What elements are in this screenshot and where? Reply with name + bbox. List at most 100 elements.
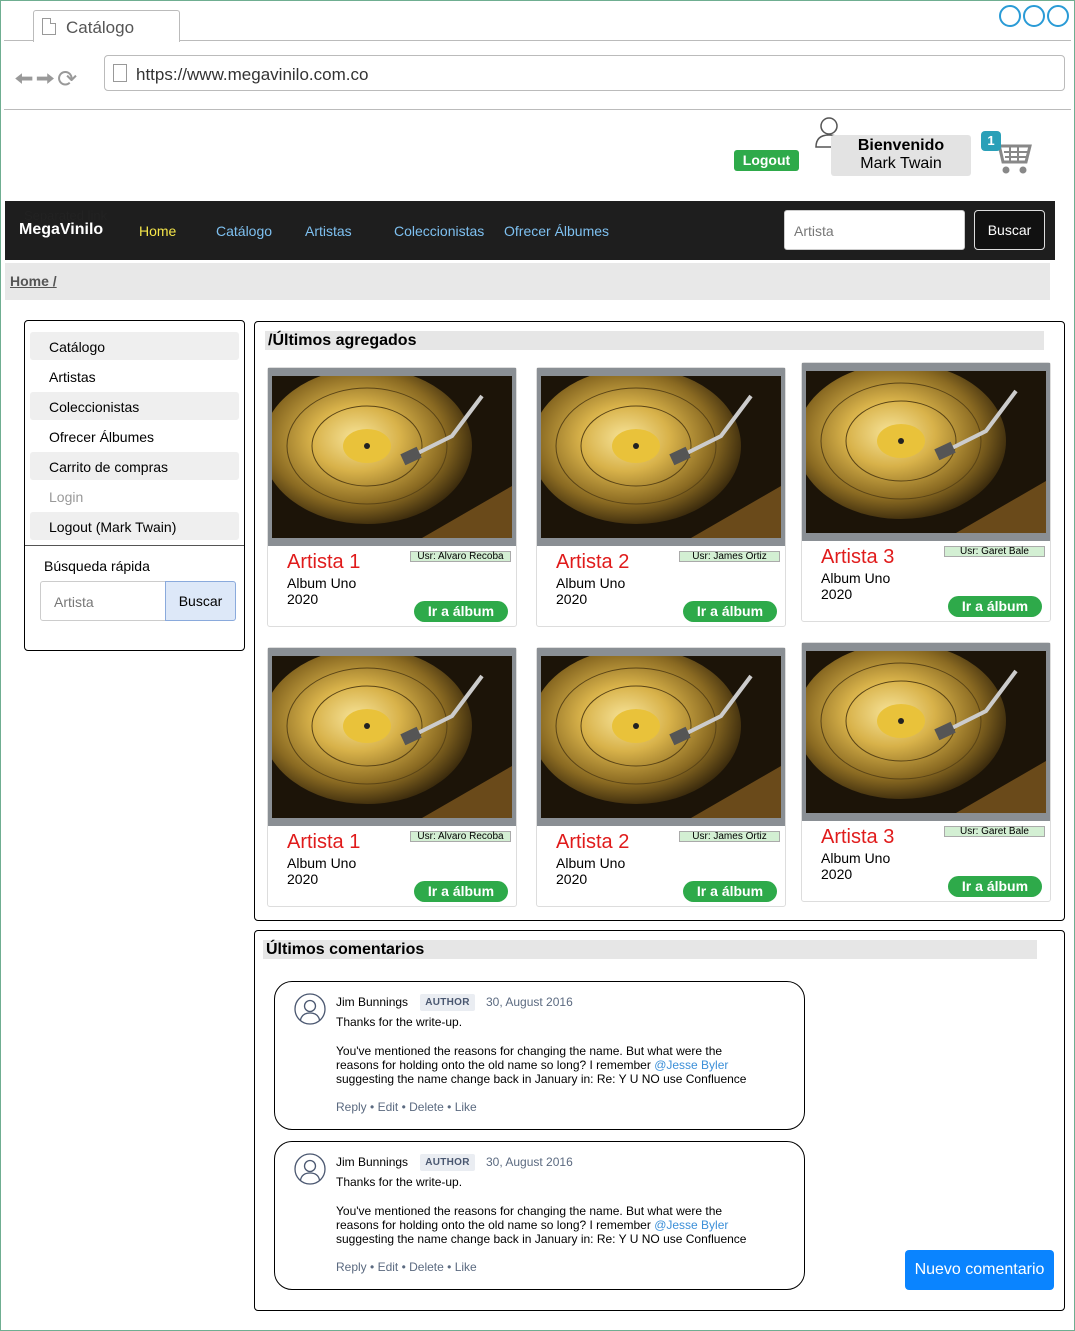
turntable-image <box>272 376 512 538</box>
comment-action-like[interactable]: Like <box>455 1260 477 1274</box>
comment-action-edit[interactable]: Edit <box>378 1100 399 1114</box>
user-name: Mark Twain <box>860 155 942 172</box>
album-image-frame[interactable] <box>268 368 516 546</box>
quick-search-button[interactable]: Buscar <box>165 581 236 621</box>
comment-mention[interactable]: @Jesse Byler <box>654 1058 728 1072</box>
sidebar-item-logout[interactable]: Logout (Mark Twain) <box>30 512 239 540</box>
cart-count-badge: 1 <box>981 131 1001 151</box>
sidebar: Catálogo Artistas Coleccionistas Ofrecer… <box>24 320 245 651</box>
album-year: 2020 <box>287 871 319 887</box>
album-card: Artista 2 Usr: James Ortiz Album Uno 202… <box>536 647 786 907</box>
go-to-album-button[interactable]: Ir a álbum <box>414 881 508 902</box>
album-artist[interactable]: Artista 1 <box>287 831 360 854</box>
turntable-image <box>272 656 512 818</box>
comment-mention[interactable]: @Jesse Byler <box>654 1218 728 1232</box>
quick-search-input[interactable]: Artista <box>40 581 166 621</box>
breadcrumb: Home / <box>5 263 1050 300</box>
browser-nav-icons: 🠨🠪⟳ <box>14 62 79 103</box>
album-title: Album Uno <box>556 855 626 871</box>
nav-ofrecer-albumes[interactable]: Ofrecer Álbumes <box>504 223 609 239</box>
back-arrow-icon[interactable]: 🠨 <box>14 66 36 93</box>
album-user-tag: Usr: Alvaro Recoba <box>410 551 511 562</box>
album-year: 2020 <box>556 871 588 887</box>
album-title: Album Uno <box>821 570 891 586</box>
latest-albums-title: /Últimos agregados <box>265 331 1044 350</box>
album-card: Artista 3 Usr: Garet Bale Album Uno 2020… <box>801 362 1051 622</box>
go-to-album-button[interactable]: Ir a álbum <box>414 601 508 622</box>
sidebar-item-ofrecer-albumes[interactable]: Ofrecer Álbumes <box>30 422 239 450</box>
nav-artistas[interactable]: Artistas <box>305 223 352 239</box>
album-artist[interactable]: Artista 2 <box>556 831 629 854</box>
turntable-image <box>541 376 781 538</box>
album-artist[interactable]: Artista 3 <box>821 826 894 849</box>
url-text: https://www.megavinilo.com.co <box>136 65 369 84</box>
album-artist[interactable]: Artista 2 <box>556 551 629 574</box>
nav-home[interactable]: Home <box>139 223 176 239</box>
breadcrumb-home-link[interactable]: Home / <box>10 273 57 289</box>
window-minimize-button[interactable] <box>999 5 1021 27</box>
nav-search-button[interactable]: Buscar <box>974 210 1045 250</box>
album-user-tag: Usr: James Ortiz <box>679 831 780 842</box>
album-card: Artista 2 Usr: James Ortiz Album Uno 202… <box>536 367 786 627</box>
forward-arrow-icon[interactable]: 🠪 <box>36 66 58 93</box>
comment-action-edit[interactable]: Edit <box>378 1260 399 1274</box>
album-image-frame[interactable] <box>802 363 1050 541</box>
album-artist[interactable]: Artista 3 <box>821 546 894 569</box>
go-to-album-button[interactable]: Ir a álbum <box>683 601 777 622</box>
comment-body: You've mentioned the reasons for changin… <box>336 1044 766 1086</box>
album-user-tag: Usr: Garet Bale <box>944 546 1045 557</box>
logout-button[interactable]: Logout <box>734 150 799 171</box>
nav-search-input[interactable]: Artista <box>784 210 965 250</box>
comment-actions: Reply • Edit • Delete • Like <box>336 1260 477 1274</box>
avatar-icon <box>294 993 326 1025</box>
brand-logo[interactable]: MegaVinilo <box>19 221 103 239</box>
album-artist[interactable]: Artista 1 <box>287 551 360 574</box>
album-title: Album Uno <box>556 575 626 591</box>
page-icon <box>42 18 56 35</box>
welcome-text: Bienvenido <box>857 137 945 154</box>
sidebar-item-coleccionistas[interactable]: Coleccionistas <box>30 392 239 420</box>
comment-action-reply[interactable]: Reply <box>336 1260 367 1274</box>
turntable-image <box>806 371 1046 533</box>
comments-title: Últimos comentarios <box>263 940 1037 959</box>
album-image-frame[interactable] <box>268 648 516 826</box>
comment-action-reply[interactable]: Reply <box>336 1100 367 1114</box>
album-image-frame[interactable] <box>802 643 1050 821</box>
album-image-frame[interactable] <box>537 368 785 546</box>
album-title: Album Uno <box>287 855 357 871</box>
comment-card: Jim Bunnings AUTHOR 30, August 2016 Than… <box>274 1141 805 1290</box>
album-image-frame[interactable] <box>537 648 785 826</box>
comment-action-delete[interactable]: Delete <box>409 1100 444 1114</box>
album-year: 2020 <box>821 866 853 882</box>
comment-body-text: suggesting the name change back in Janua… <box>336 1072 747 1086</box>
comment-action-like[interactable]: Like <box>455 1100 477 1114</box>
turntable-image <box>541 656 781 818</box>
comment-action-delete[interactable]: Delete <box>409 1260 444 1274</box>
go-to-album-button[interactable]: Ir a álbum <box>948 876 1042 897</box>
new-comment-button[interactable]: Nuevo comentario <box>905 1250 1054 1290</box>
turntable-image <box>806 651 1046 813</box>
comment-first-line: Thanks for the write-up. <box>336 1015 463 1029</box>
page-icon <box>113 64 127 82</box>
album-user-tag: Usr: James Ortiz <box>679 551 780 562</box>
album-year: 2020 <box>287 591 319 607</box>
reload-icon[interactable]: ⟳ <box>57 66 79 93</box>
welcome-box: Bienvenido Mark Twain <box>831 135 971 176</box>
url-field[interactable]: https://www.megavinilo.com.co <box>104 55 1065 91</box>
album-card: Artista 3 Usr: Garet Bale Album Uno 2020… <box>801 642 1051 902</box>
comment-card: Jim Bunnings AUTHOR 30, August 2016 Than… <box>274 981 805 1130</box>
window-close-button[interactable] <box>1047 5 1069 27</box>
browser-tab[interactable]: Catálogo <box>33 10 180 42</box>
sidebar-item-login[interactable]: Login <box>30 482 239 510</box>
go-to-album-button[interactable]: Ir a álbum <box>948 596 1042 617</box>
comment-author[interactable]: Jim Bunnings <box>336 995 408 1009</box>
comment-first-line: Thanks for the write-up. <box>336 1175 463 1189</box>
nav-catalogo[interactable]: Catálogo <box>216 223 272 239</box>
window-maximize-button[interactable] <box>1023 5 1045 27</box>
go-to-album-button[interactable]: Ir a álbum <box>683 881 777 902</box>
sidebar-item-carrito[interactable]: Carrito de compras <box>30 452 239 480</box>
sidebar-item-catalogo[interactable]: Catálogo <box>30 332 239 360</box>
nav-coleccionistas[interactable]: Coleccionistas <box>394 223 484 239</box>
comment-author[interactable]: Jim Bunnings <box>336 1155 408 1169</box>
sidebar-item-artistas[interactable]: Artistas <box>30 362 239 390</box>
